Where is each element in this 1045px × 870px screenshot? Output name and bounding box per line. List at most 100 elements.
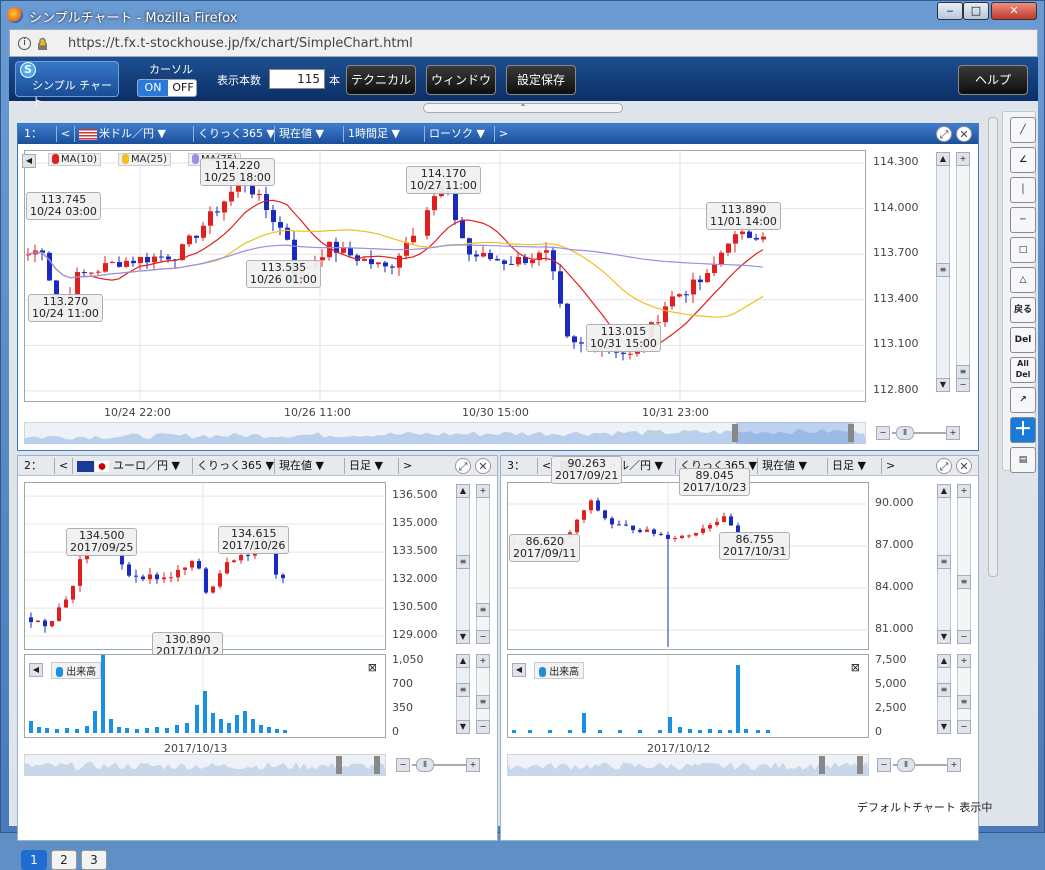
panel3-volume-close-icon[interactable]: ⊠: [851, 661, 860, 674]
scroll-up-icon[interactable]: ▲: [937, 484, 951, 498]
panel2-chart-area[interactable]: [24, 482, 387, 651]
help-button[interactable]: ヘルプ: [958, 65, 1028, 95]
save-settings-button[interactable]: 設定保存: [506, 65, 576, 95]
panel2-vertical-scrollbar[interactable]: ▲ ≡ ▼: [456, 484, 470, 644]
page-scrollbar[interactable]: [988, 117, 998, 577]
cursor-on-button[interactable]: ON: [138, 80, 168, 96]
arrow-tool-icon[interactable]: ↗: [1010, 387, 1036, 413]
angle-line-tool-icon[interactable]: ∠: [1010, 147, 1036, 173]
zoom-minus-icon[interactable]: −: [396, 758, 410, 772]
panel3-vertical-scrollbar[interactable]: ▲ ≡ ▼: [937, 484, 951, 644]
panel3-price-select[interactable]: 現在値 ▼: [757, 458, 811, 474]
rectangle-tool-icon[interactable]: □: [1010, 237, 1036, 263]
app-logo[interactable]: S シンプル チャート: [15, 61, 119, 108]
address-bar[interactable]: i https://t.fx.t-stockhouse.jp/fx/chart/…: [9, 29, 1038, 57]
undo-tool-button[interactable]: 戻る: [1010, 297, 1036, 323]
scroll-up-icon[interactable]: ▲: [936, 152, 950, 166]
panel2-expand-icon[interactable]: ⤢: [455, 458, 471, 474]
zoom-minus-icon[interactable]: −: [877, 758, 891, 772]
scroll-down-icon[interactable]: ▼: [456, 720, 470, 734]
panel1-source-select[interactable]: くりっく365 ▼: [193, 126, 279, 142]
panel2-pair-select[interactable]: ユーロ／円 ▼: [72, 458, 184, 474]
panel3-volume-scrollbar[interactable]: ▲ ≡ ▼: [937, 654, 951, 734]
scroll-thumb[interactable]: ≡: [937, 555, 951, 569]
zoom-in-icon[interactable]: +: [476, 654, 490, 668]
panel3-volume-area[interactable]: ◀ 出来高 ⊠: [507, 654, 869, 739]
zoom-out-icon[interactable]: −: [476, 720, 490, 734]
zoom-in-icon[interactable]: +: [957, 484, 971, 498]
panel2-close-icon[interactable]: ✕: [475, 458, 491, 474]
panel1-prev-button[interactable]: <: [56, 126, 74, 142]
panel2-prev-button[interactable]: <: [54, 458, 72, 474]
panel3-period-select[interactable]: 日足 ▼: [827, 458, 870, 474]
zoom-thumb[interactable]: ≡: [957, 695, 971, 709]
zoom-slider-thumb[interactable]: ⦀: [897, 758, 915, 772]
trend-line-tool-icon[interactable]: ╱: [1010, 117, 1036, 143]
panel2-price-select[interactable]: 現在値 ▼: [274, 458, 328, 474]
panel3-price-chart[interactable]: [508, 483, 870, 651]
panel2-volume-scrollbar[interactable]: ▲ ≡ ▼: [456, 654, 470, 734]
zoom-out-icon[interactable]: −: [957, 720, 971, 734]
panel1-price-select[interactable]: 現在値 ▼: [274, 126, 328, 142]
panel2-zoom-scrollbar[interactable]: + ≡ −: [476, 484, 490, 644]
panel2-volume-toggle-icon[interactable]: ◀: [29, 663, 43, 677]
close-button[interactable]: ✕: [991, 2, 1037, 20]
scroll-down-icon[interactable]: ▼: [456, 630, 470, 644]
zoom-thumb[interactable]: ≡: [956, 365, 970, 379]
vertical-line-tool-icon[interactable]: │: [1010, 177, 1036, 203]
zoom-plus-icon[interactable]: +: [947, 758, 961, 772]
panel2-zoom-slider[interactable]: − ⦀ +: [396, 758, 480, 772]
panel1-period-select[interactable]: 1時間足 ▼: [343, 126, 404, 142]
zoom-in-icon[interactable]: +: [956, 152, 970, 166]
zoom-minus-icon[interactable]: −: [876, 426, 890, 440]
zoom-thumb[interactable]: ≡: [476, 603, 490, 617]
zoom-plus-icon[interactable]: +: [946, 426, 960, 440]
panel3-close-icon[interactable]: ✕: [956, 458, 972, 474]
zoom-thumb[interactable]: ≡: [476, 695, 490, 709]
panel3-chart-area[interactable]: [507, 482, 870, 651]
page-button-2[interactable]: 2: [51, 850, 77, 870]
delete-tool-button[interactable]: Del: [1010, 327, 1036, 353]
zoom-thumb[interactable]: ≡: [957, 575, 971, 589]
scroll-up-icon[interactable]: ▲: [456, 484, 470, 498]
scroll-thumb[interactable]: ≡: [456, 683, 470, 697]
panel2-period-select[interactable]: 日足 ▼: [344, 458, 387, 474]
panel2-price-chart[interactable]: [25, 483, 387, 651]
info-icon[interactable]: i: [18, 37, 31, 50]
panel1-legend-toggle-icon[interactable]: ◀: [22, 154, 36, 168]
panel1-candle-select[interactable]: ローソク ▼: [424, 126, 489, 142]
delete-all-tool-button[interactable]: All Del: [1010, 357, 1036, 383]
zoom-in-icon[interactable]: +: [476, 484, 490, 498]
panel2-source-select[interactable]: くりっく365 ▼: [192, 458, 278, 474]
panel3-zoom-scrollbar[interactable]: + ≡ −: [957, 484, 971, 644]
zoom-out-icon[interactable]: −: [957, 630, 971, 644]
panel1-expand-icon[interactable]: ⤢: [936, 126, 952, 142]
scroll-up-icon[interactable]: ▲: [937, 654, 951, 668]
zoom-plus-icon[interactable]: +: [466, 758, 480, 772]
panel2-volume-zoom[interactable]: + ≡ −: [476, 654, 490, 734]
cursor-toggle[interactable]: ON OFF: [137, 79, 197, 97]
crosshair-tool-icon[interactable]: ＋: [1010, 417, 1036, 443]
panel3-next-button[interactable]: >: [881, 458, 899, 474]
cursor-off-button[interactable]: OFF: [168, 80, 196, 96]
panel3-volume-zoom[interactable]: + ≡ −: [957, 654, 971, 734]
scroll-up-icon[interactable]: ▲: [456, 654, 470, 668]
horizontal-line-tool-icon[interactable]: ─: [1010, 207, 1036, 233]
bar-count-input[interactable]: 115: [269, 69, 325, 89]
minimize-button[interactable]: ‒: [937, 2, 963, 20]
triangle-tool-icon[interactable]: △: [1010, 267, 1036, 293]
zoom-slider-thumb[interactable]: ⦀: [416, 758, 434, 772]
maximize-button[interactable]: □: [963, 2, 989, 20]
panel2-volume-close-icon[interactable]: ⊠: [368, 661, 377, 674]
panel1-vertical-scrollbar[interactable]: ▲ ≡ ▼: [936, 152, 950, 392]
technical-button[interactable]: テクニカル: [346, 65, 416, 95]
scroll-thumb[interactable]: ≡: [937, 683, 951, 697]
panel1-navigator[interactable]: [24, 422, 866, 444]
panel3-navigator[interactable]: [507, 754, 869, 776]
collapse-toolbar-button[interactable]: ⌃: [423, 103, 623, 113]
panel1-close-icon[interactable]: ✕: [956, 126, 972, 142]
panel1-zoom-slider[interactable]: − ⦀ +: [876, 426, 960, 440]
zoom-slider-thumb[interactable]: ⦀: [896, 426, 914, 440]
scroll-thumb[interactable]: ≡: [936, 263, 950, 277]
panel2-next-button[interactable]: >: [398, 458, 416, 474]
